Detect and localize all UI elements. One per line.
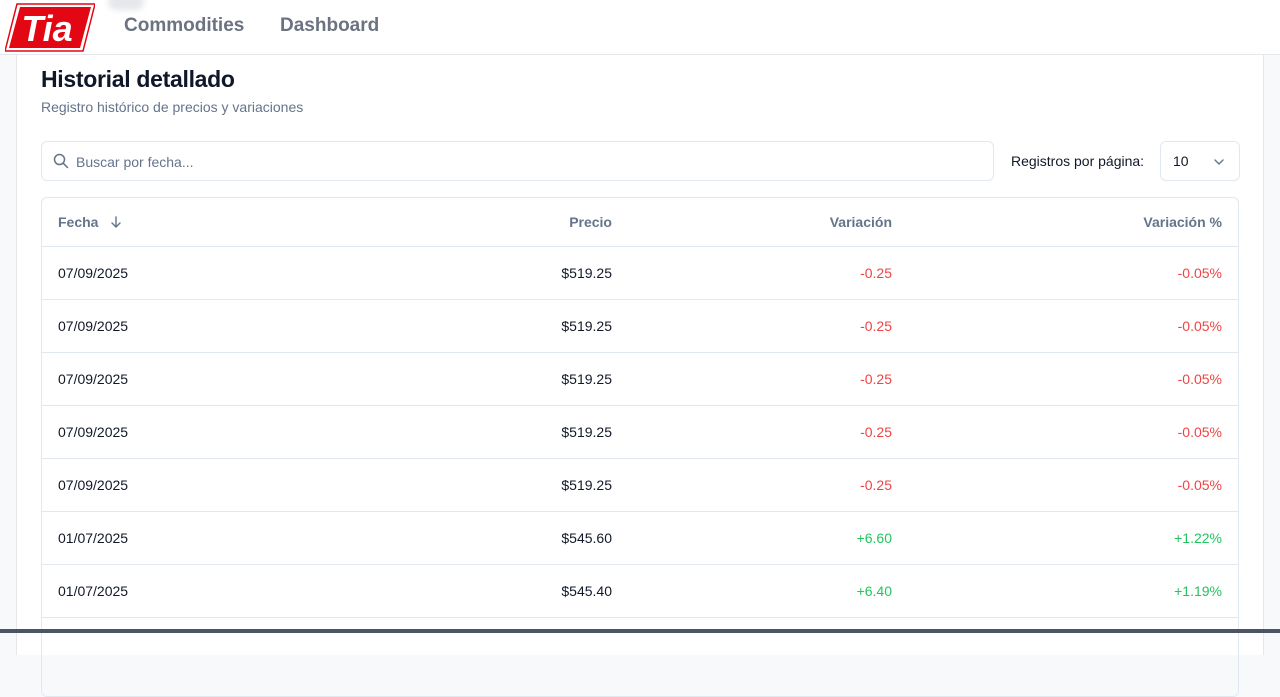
table-row: 01/07/2025 $545.40 +6.40 +1.19% — [42, 565, 1238, 618]
cell-fecha: 01/07/2025 — [58, 530, 129, 546]
cell-precio: $545.40 — [561, 583, 612, 599]
history-table: Fecha Precio Variación Variación % 07/09… — [41, 197, 1239, 697]
cell-variacion: -0.25 — [860, 371, 892, 387]
bottom-edge-bar — [0, 629, 1280, 633]
cell-variacion-pct: -0.05% — [1177, 265, 1222, 281]
cell-variacion-pct: -0.05% — [1177, 424, 1222, 440]
cell-precio: $519.25 — [561, 265, 612, 281]
cell-variacion: -0.25 — [860, 477, 892, 493]
chevron-down-icon — [1214, 159, 1224, 165]
cell-fecha: 07/09/2025 — [58, 477, 129, 493]
column-header-fecha-label: Fecha — [58, 214, 99, 230]
cell-variacion-pct: -0.05% — [1177, 318, 1222, 334]
top-navbar: Tia Commodities Dashboard — [0, 0, 1280, 55]
cell-fecha: 01/07/2025 — [58, 583, 129, 599]
tia-logo[interactable]: Tia — [5, 3, 95, 52]
sort-arrow-down-icon — [111, 216, 122, 228]
cell-precio: $545.60 — [561, 530, 612, 546]
cell-precio: $519.25 — [561, 318, 612, 334]
card-subtitle: Registro histórico de precios y variacio… — [41, 99, 304, 115]
search-icon — [53, 153, 69, 169]
table-row: 07/09/2025 $519.25 -0.25 -0.05% — [42, 459, 1238, 512]
per-page-select[interactable]: 10 — [1160, 141, 1240, 181]
column-header-precio[interactable]: Precio — [569, 198, 612, 246]
table-row: 01/07/2025 $545.60 +6.60 +1.22% — [42, 512, 1238, 565]
column-header-fecha[interactable]: Fecha — [58, 198, 122, 246]
table-row: 07/09/2025 $519.25 -0.25 -0.05% — [42, 353, 1238, 406]
column-header-variacion[interactable]: Variación — [830, 198, 892, 246]
search-input[interactable] — [74, 142, 978, 182]
cell-variacion-pct: +1.22% — [1174, 530, 1222, 546]
table-body: 07/09/2025 $519.25 -0.25 -0.05% 07/09/2025 $5… — [42, 247, 1238, 618]
cell-precio: $519.25 — [561, 477, 612, 493]
history-card: Historial detallado Registro histórico d… — [16, 55, 1264, 697]
cell-variacion: -0.25 — [860, 265, 892, 281]
svg-text:Tia: Tia — [21, 8, 72, 49]
cell-variacion: +6.60 — [856, 530, 892, 546]
table-row: 07/09/2025 $519.25 -0.25 -0.05% — [42, 247, 1238, 300]
cell-variacion: -0.25 — [860, 318, 892, 334]
nav-link-dashboard[interactable]: Dashboard — [280, 15, 379, 37]
cell-variacion-pct: -0.05% — [1177, 477, 1222, 493]
cell-precio: $519.25 — [561, 424, 612, 440]
cell-fecha: 07/09/2025 — [58, 424, 129, 440]
per-page-label: Registros por página: — [1011, 153, 1145, 169]
nav-link-commodities[interactable]: Commodities — [124, 15, 244, 37]
table-row: 07/09/2025 $519.25 -0.25 -0.05% — [42, 406, 1238, 459]
search-box[interactable] — [41, 141, 994, 182]
cell-variacion-pct: +1.19% — [1174, 583, 1222, 599]
cell-fecha: 07/09/2025 — [58, 318, 129, 334]
per-page-value: 10 — [1173, 153, 1189, 169]
blurred-badge — [108, 0, 144, 10]
table-row: 07/09/2025 $519.25 -0.25 -0.05% — [42, 300, 1238, 353]
cell-fecha: 07/09/2025 — [58, 265, 129, 281]
card-title: Historial detallado — [41, 66, 235, 92]
cell-fecha: 07/09/2025 — [58, 371, 129, 387]
table-header-row: Fecha Precio Variación Variación % — [42, 198, 1238, 247]
cell-variacion-pct: -0.05% — [1177, 371, 1222, 387]
cell-variacion: +6.40 — [856, 583, 892, 599]
column-header-variacion-pct[interactable]: Variación % — [1143, 198, 1222, 246]
cell-precio: $519.25 — [561, 371, 612, 387]
cell-variacion: -0.25 — [860, 424, 892, 440]
